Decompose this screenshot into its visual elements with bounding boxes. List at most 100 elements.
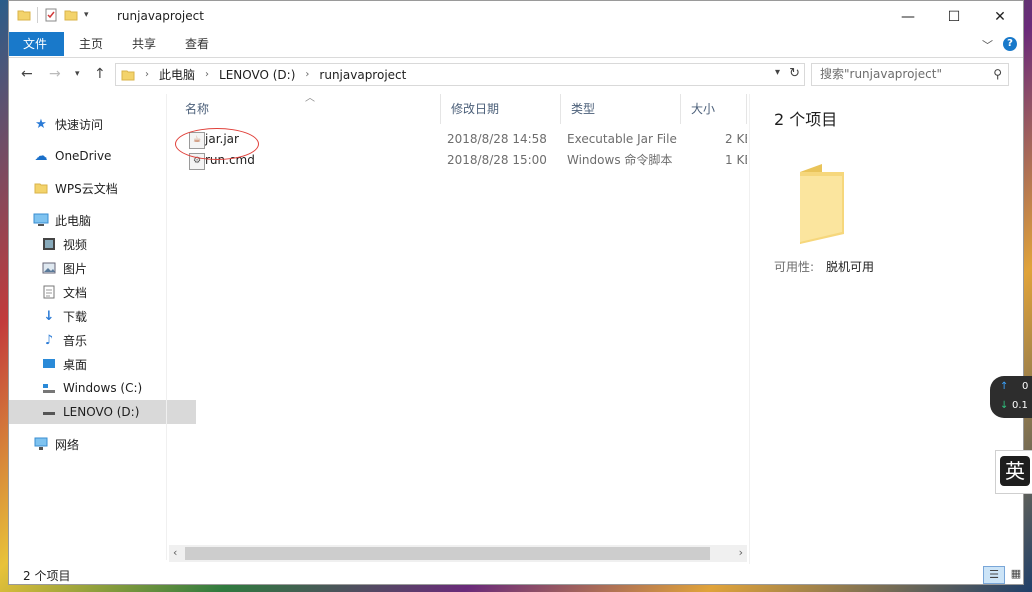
refresh-icon[interactable]: ↻ — [789, 66, 800, 81]
minimize-button[interactable]: — — [885, 1, 931, 32]
breadcrumb-drive[interactable]: LENOVO (D:) — [219, 68, 295, 82]
sidebar-item-network[interactable]: 网络 — [9, 432, 188, 456]
column-header-size[interactable]: 大小 — [681, 94, 747, 124]
video-icon — [41, 236, 57, 252]
status-count: 2 个项目 — [23, 569, 71, 583]
file-list: ︿ 名称 修改日期 类型 大小 ☕ jar.jar 2018/8/28 14:5… — [167, 93, 748, 564]
quick-access-toolbar: ▾ — [17, 7, 89, 23]
folder-icon — [17, 10, 31, 21]
search-icon[interactable]: ⚲ — [993, 64, 1002, 85]
tab-view[interactable]: 查看 — [171, 32, 223, 56]
details-pane: 2 个项目 可用性: 脱机可用 — [749, 94, 1023, 564]
network-icon — [33, 436, 49, 452]
download-icon: ↓ — [43, 308, 55, 324]
ime-indicator[interactable]: 英 — [995, 450, 1032, 494]
sidebar-item-label: WPS云文档 — [55, 181, 118, 196]
file-type: Windows 命令脚本 — [567, 153, 673, 167]
network-speed-widget: ↑ 0 ↓ 0.1 — [990, 376, 1032, 418]
chevron-right-icon[interactable]: › — [205, 69, 209, 80]
sidebar-item-label: LENOVO (D:) — [63, 405, 140, 419]
download-arrow-icon: ↓ — [1000, 400, 1009, 411]
sidebar-item-label: 下载 — [63, 309, 88, 324]
sidebar-item-wps[interactable]: WPS云文档 — [9, 176, 188, 200]
search-placeholder: 搜索"runjavaproject" — [820, 67, 942, 81]
address-bar[interactable]: › 此电脑 › LENOVO (D:) › runjavaproject ▾ ↻ — [115, 63, 805, 86]
sidebar-item-quick-access[interactable]: ★ 快速访问 — [9, 112, 188, 136]
folder-icon — [33, 180, 49, 196]
horizontal-scrollbar[interactable]: ‹ › — [169, 545, 747, 562]
tab-share[interactable]: 共享 — [118, 32, 170, 56]
drive-icon — [41, 404, 57, 420]
file-size: 2 KB — [725, 132, 747, 146]
file-date: 2018/8/28 15:00 — [447, 153, 547, 167]
scroll-right-icon[interactable]: › — [739, 546, 743, 559]
file-size: 1 KB — [725, 153, 747, 167]
column-header-type[interactable]: 类型 — [561, 94, 681, 124]
toolbar-separator — [37, 7, 38, 23]
column-header-date[interactable]: 修改日期 — [441, 94, 561, 124]
back-icon[interactable]: ← — [21, 66, 33, 82]
computer-icon — [33, 212, 49, 228]
breadcrumb-folder[interactable]: runjavaproject — [319, 68, 406, 82]
address-dropdown-icon[interactable]: ▾ — [775, 67, 780, 78]
maximize-button[interactable]: ☐ — [931, 1, 977, 32]
large-icons-view-icon[interactable]: ▦ — [1005, 566, 1023, 584]
desktop-icon — [41, 356, 57, 372]
star-icon: ★ — [35, 116, 47, 132]
search-input[interactable]: 搜索"runjavaproject" ⚲ — [811, 63, 1009, 86]
sidebar-item-this-pc[interactable]: 此电脑 — [9, 208, 188, 232]
ime-mode: 英 — [1000, 456, 1030, 486]
download-speed: 0.1 — [1012, 400, 1028, 411]
cloud-icon: ☁ — [34, 148, 48, 164]
item-count: 2 个项目 — [774, 110, 838, 129]
column-header-name[interactable]: 名称 — [175, 94, 441, 124]
close-button[interactable]: ✕ — [977, 1, 1023, 32]
sidebar-item-label: OneDrive — [55, 149, 112, 163]
sidebar-item-label: 网络 — [55, 437, 80, 452]
annotation-circle — [175, 128, 259, 160]
tab-file[interactable]: 文件 — [9, 32, 64, 56]
sidebar-item-onedrive[interactable]: ☁ OneDrive — [9, 144, 188, 168]
breadcrumb-this-pc[interactable]: 此电脑 — [159, 66, 195, 83]
chevron-right-icon[interactable]: › — [305, 69, 309, 80]
new-folder-icon[interactable] — [64, 8, 78, 22]
sidebar-item-label: Windows (C:) — [63, 381, 143, 395]
sidebar-item-label: 图片 — [63, 261, 88, 276]
forward-icon[interactable]: → — [49, 66, 61, 82]
sidebar-item-label: 桌面 — [63, 357, 88, 372]
help-icon[interactable]: ? — [1003, 37, 1017, 51]
sidebar-item-label: 文档 — [63, 285, 88, 300]
availability-label: 可用性: — [774, 260, 815, 274]
status-bar: 2 个项目 ☰ ▦ — [9, 564, 1023, 584]
tab-home[interactable]: 主页 — [65, 32, 117, 56]
expand-ribbon-icon[interactable]: ﹀ — [982, 37, 993, 53]
navigation-bar: ← → ▾ ↑ › 此电脑 › LENOVO (D:) › runjavapro… — [9, 58, 1023, 92]
explorer-window: ▾ runjavaproject — ☐ ✕ 文件 主页 共享 查看 ﹀ ? ←… — [8, 0, 1024, 585]
file-date: 2018/8/28 14:58 — [447, 132, 547, 146]
sidebar-item-label: 此电脑 — [55, 213, 92, 228]
documents-icon — [41, 284, 57, 300]
scroll-left-icon[interactable]: ‹ — [173, 546, 177, 559]
upload-speed: 0 — [1022, 381, 1029, 392]
ribbon: 文件 主页 共享 查看 ﹀ ? — [9, 32, 1023, 58]
properties-icon[interactable] — [44, 8, 58, 22]
availability-value: 脱机可用 — [826, 260, 875, 274]
drive-icon — [41, 380, 57, 396]
folder-icon — [121, 70, 135, 80]
sidebar-item-label: 视频 — [63, 237, 88, 252]
sidebar-item-label: 快速访问 — [55, 117, 104, 132]
upload-arrow-icon: ↑ — [1000, 381, 1009, 392]
sidebar-item-label: 音乐 — [63, 333, 88, 348]
chevron-right-icon[interactable]: › — [145, 69, 149, 80]
customize-toolbar-icon[interactable]: ▾ — [84, 10, 89, 20]
availability: 可用性: 脱机可用 — [774, 258, 874, 275]
table-row[interactable]: ⚙ run.cmd 2018/8/28 15:00 Windows 命令脚本 1… — [167, 150, 748, 171]
title-bar: ▾ runjavaproject — ☐ ✕ — [9, 1, 1023, 32]
navigation-pane: ★ 快速访问 ☁ OneDrive WPS云文档 此电脑 视频 图片 文档 ↓ 下载 … — [9, 94, 196, 560]
file-type: Executable Jar File — [567, 132, 677, 146]
window-title: runjavaproject — [117, 9, 204, 23]
recent-locations-icon[interactable]: ▾ — [75, 69, 80, 79]
up-icon[interactable]: ↑ — [94, 66, 106, 82]
details-view-icon[interactable]: ☰ — [983, 566, 1005, 584]
scrollbar-thumb[interactable] — [185, 547, 710, 560]
